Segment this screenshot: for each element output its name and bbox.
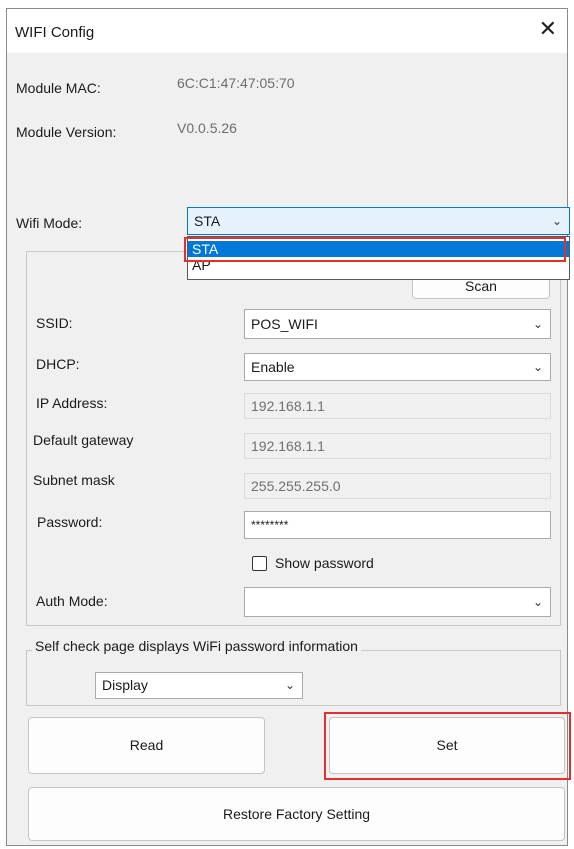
title-bar: WIFI Config ✕: [7, 9, 567, 53]
wifi-mode-value: STA: [194, 213, 221, 229]
module-version-label: Module Version:: [16, 124, 117, 140]
chevron-down-icon: ⌄: [551, 214, 562, 228]
close-icon[interactable]: ✕: [539, 18, 557, 40]
wifi-mode-label: Wifi Mode:: [16, 215, 83, 231]
subnet-label: Subnet mask: [33, 472, 115, 488]
self-check-group-label: Self check page displays WiFi password i…: [32, 638, 361, 654]
show-password-checkbox[interactable]: [252, 556, 267, 571]
dhcp-label: DHCP:: [36, 356, 80, 372]
self-check-select[interactable]: Display ⌄: [95, 672, 303, 699]
dropdown-option-sta[interactable]: STA: [188, 241, 569, 257]
read-button[interactable]: Read: [28, 717, 265, 774]
module-mac-label: Module MAC:: [16, 80, 101, 96]
self-check-value: Display: [102, 677, 148, 693]
dhcp-value: Enable: [251, 359, 295, 375]
auth-mode-select[interactable]: ⌄: [244, 587, 551, 617]
chevron-down-icon: ⌄: [532, 317, 543, 331]
chevron-down-icon: ⌄: [532, 595, 543, 609]
ssid-value: POS_WIFI: [251, 316, 318, 332]
ssid-select[interactable]: POS_WIFI ⌄: [244, 309, 551, 339]
module-version-value: V0.0.5.26: [177, 120, 237, 136]
module-mac-value: 6C:C1:47:47:05:70: [177, 75, 295, 91]
show-password-label: Show password: [275, 555, 374, 571]
wifi-config-window: WIFI Config ✕ Module MAC: 6C:C1:47:47:05…: [6, 8, 571, 846]
dropdown-option-ap[interactable]: AP: [188, 257, 569, 273]
ip-address-label: IP Address:: [36, 395, 108, 411]
set-button[interactable]: Set: [329, 717, 565, 774]
chevron-down-icon: ⌄: [532, 360, 543, 374]
restore-factory-button[interactable]: Restore Factory Setting: [28, 787, 565, 841]
window-title: WIFI Config: [15, 24, 95, 41]
gateway-field: 192.168.1.1: [244, 433, 551, 459]
password-label: Password:: [37, 514, 103, 530]
wifi-mode-select[interactable]: STA ⌄: [187, 207, 570, 235]
ssid-label: SSID:: [36, 315, 73, 331]
subnet-field: 255.255.255.0: [244, 473, 551, 499]
wifi-mode-dropdown-list: STA AP: [187, 236, 570, 280]
ip-address-field: 192.168.1.1: [244, 393, 551, 419]
auth-mode-label: Auth Mode:: [36, 593, 108, 609]
dhcp-select[interactable]: Enable ⌄: [244, 353, 551, 381]
gateway-label: Default gateway: [33, 432, 134, 448]
chevron-down-icon: ⌄: [284, 678, 295, 692]
password-input[interactable]: ********: [244, 511, 551, 539]
